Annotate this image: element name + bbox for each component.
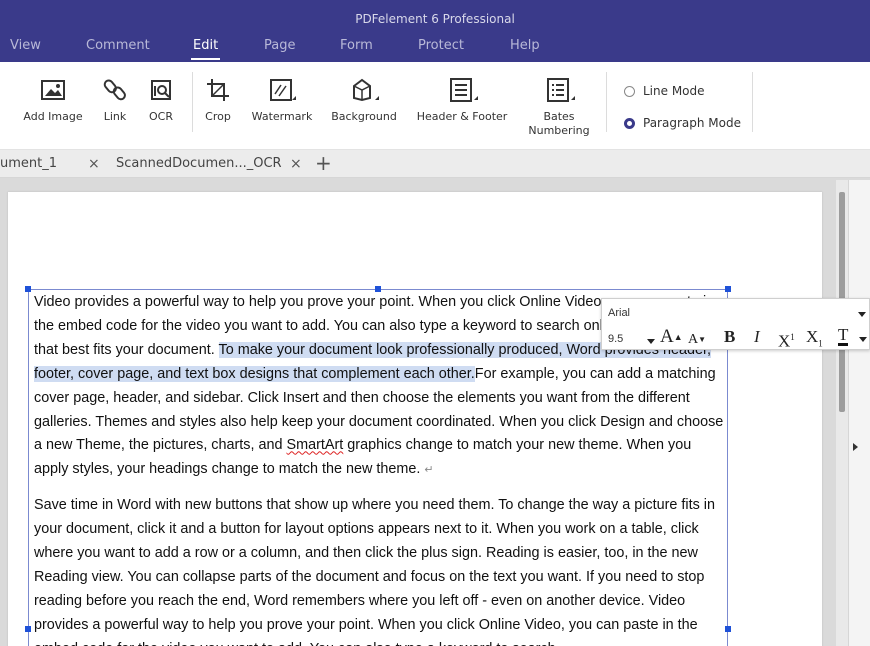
tab-document-1[interactable]: ument_1: [0, 150, 57, 178]
text-color-dropdown-icon[interactable]: [859, 337, 867, 342]
header-footer-button[interactable]: Header & Footer: [410, 62, 514, 124]
bates-numbering-label: Bates Numbering: [528, 110, 590, 137]
bates-numbering-button[interactable]: Bates Numbering: [524, 62, 594, 138]
subscript-button[interactable]: X1: [806, 327, 823, 353]
title-bar: PDFelement 6 Professional: [0, 0, 870, 34]
edit-ribbon: Add Image Link OCR Crop Watermark Backgr…: [0, 62, 870, 150]
bold-button[interactable]: B: [724, 327, 735, 347]
decrease-caret-icon: ▼: [698, 335, 707, 344]
decrease-font-size-button[interactable]: A▼: [688, 330, 706, 350]
new-tab-plus-icon[interactable]: +: [315, 150, 332, 178]
watermark-label: Watermark: [251, 110, 313, 123]
watermark-button[interactable]: Watermark: [246, 62, 318, 124]
link-button[interactable]: Link: [100, 62, 130, 124]
ribbon-separator: [752, 72, 753, 132]
expand-panel-arrow-icon[interactable]: [853, 443, 858, 451]
ocr-button[interactable]: OCR: [144, 62, 178, 124]
crop-icon: [207, 79, 229, 101]
ribbon-separator: [606, 72, 607, 132]
menu-comment[interactable]: Comment: [86, 34, 150, 62]
ocr-label: OCR: [149, 110, 173, 123]
font-size-select[interactable]: 9.5: [608, 333, 623, 345]
italic-button[interactable]: I: [754, 327, 760, 347]
app-title: PDFelement 6 Professional: [355, 12, 515, 26]
link-label: Link: [103, 110, 127, 123]
font-size-dropdown-icon[interactable]: [647, 339, 655, 344]
paragraph-mode-option[interactable]: Paragraph Mode: [624, 116, 741, 130]
tab-scanned-document-ocr-close-icon[interactable]: ×: [290, 150, 302, 178]
crop-button[interactable]: Crop: [200, 62, 236, 124]
background-button[interactable]: Background: [326, 62, 402, 124]
line-mode-label: Line Mode: [643, 84, 705, 98]
superscript-letter: X: [778, 331, 791, 351]
line-mode-radio[interactable]: [624, 85, 635, 97]
ribbon-separator: [192, 72, 193, 132]
right-side-panel: [848, 180, 870, 646]
tab-scanned-document-ocr[interactable]: ScannedDocumen..._OCR: [116, 150, 282, 178]
misspelled-word-smartart: SmartArt: [286, 437, 344, 454]
paragraph-2: Save time in Word with new buttons that …: [34, 497, 716, 646]
font-name-dropdown-icon[interactable]: [858, 312, 866, 317]
menu-form[interactable]: Form: [340, 34, 373, 62]
increase-font-size-button[interactable]: A▲: [660, 327, 683, 347]
resize-handle-bottom-left[interactable]: [25, 626, 31, 632]
menu-protect[interactable]: Protect: [418, 34, 464, 62]
line-mode-option[interactable]: Line Mode: [624, 84, 705, 98]
subscript-letter: X: [806, 327, 819, 346]
header-footer-label: Header & Footer: [416, 110, 508, 123]
header-footer-icon: [450, 78, 478, 102]
background-icon: [353, 78, 379, 102]
ocr-icon: [151, 80, 171, 100]
paragraph-mark-icon: ↵: [424, 464, 434, 477]
resize-handle-top-left[interactable]: [25, 286, 31, 292]
add-image-label: Add Image: [23, 110, 83, 123]
background-label: Background: [331, 110, 397, 123]
increase-caret-icon: ▲: [673, 332, 683, 342]
font-format-toolbar: Arial 9.5 A▲ A▼ B I X1 X1 T: [601, 298, 870, 353]
increase-font-letter: A: [660, 326, 674, 347]
document-tab-strip: ument_1 × ScannedDocumen..._OCR × +: [0, 150, 870, 178]
link-icon: [103, 79, 126, 101]
paragraph-mode-radio[interactable]: [624, 117, 635, 129]
superscript-button[interactable]: X1: [778, 327, 795, 352]
add-image-button[interactable]: Add Image: [18, 62, 88, 124]
paragraph-mode-label: Paragraph Mode: [643, 116, 741, 130]
menu-edit[interactable]: Edit: [190, 34, 221, 62]
watermark-icon: [270, 79, 296, 101]
menu-help[interactable]: Help: [510, 34, 540, 62]
menu-view[interactable]: View: [10, 34, 41, 62]
menu-page[interactable]: Page: [264, 34, 295, 62]
subscript-mark: 1: [818, 338, 823, 349]
decrease-font-letter: A: [688, 332, 699, 347]
tab-document-1-close-icon[interactable]: ×: [88, 150, 100, 178]
font-name-select[interactable]: Arial: [608, 307, 630, 319]
text-color-button[interactable]: T: [838, 326, 849, 346]
image-icon: [41, 80, 65, 100]
crop-label: Crop: [205, 110, 231, 123]
menu-bar: View Comment Edit Page Form Protect Help: [0, 34, 870, 62]
bates-numbering-icon: [547, 78, 575, 102]
superscript-mark: 1: [790, 332, 795, 342]
